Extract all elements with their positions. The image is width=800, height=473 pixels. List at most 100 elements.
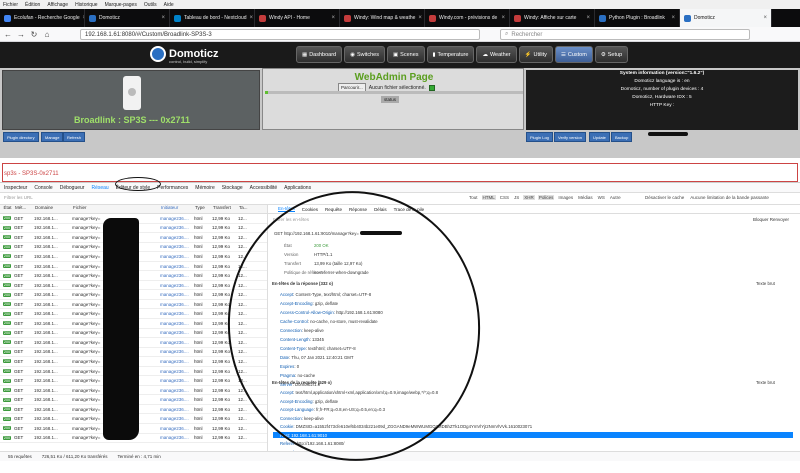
nav-button-scenes[interactable]: ▣ Scenes [386, 46, 425, 63]
menu-item-0[interactable]: Fichier [3, 2, 18, 8]
type-filter-button[interactable]: XHR [523, 195, 535, 200]
type-filter-button[interactable]: Polices [537, 195, 555, 200]
nav-button-weather[interactable]: ☁ Weather [476, 46, 517, 63]
raw-toggle[interactable]: Texte brut [756, 380, 775, 385]
browser-tab[interactable]: Windy: Affiche sur carte × [510, 9, 595, 27]
resend-label[interactable]: Renvoyer [770, 217, 789, 222]
column-header[interactable]: Transfert [212, 205, 238, 213]
close-icon[interactable]: × [250, 15, 254, 21]
devtools-tab[interactable]: Console [34, 185, 52, 191]
column-header[interactable]: Domaine [34, 205, 72, 213]
type-filter-button[interactable]: Médias [577, 195, 594, 200]
cell-size: 12... [238, 435, 247, 441]
throttling-select[interactable]: Aucune limitation de la bande passante [690, 195, 769, 200]
tab-favicon-icon [514, 14, 521, 22]
cell-initiator: manage236.... [160, 397, 189, 403]
browser-tab[interactable]: Windy API - Home × [255, 9, 340, 27]
home-icon[interactable]: ⌂ [43, 30, 51, 39]
devtools-tab[interactable]: Accessibilité [250, 185, 278, 191]
browser-tab[interactable]: Tableau de bord - Nextcloud × [170, 9, 255, 27]
devtools-tab[interactable]: Réseau [91, 185, 108, 191]
search-input[interactable]: ⌕ Rechercher [500, 29, 750, 40]
cell-initiator: manage236.... [160, 349, 189, 355]
nav-button-custom[interactable]: ☰ Custom [554, 46, 593, 63]
close-icon[interactable]: × [418, 15, 422, 21]
url-input[interactable]: 192.168.1.61:8080/#/Custom/Broadlink-SP3… [80, 29, 480, 40]
domoticz-logo[interactable]: Domoticz control, build, simplify [150, 46, 219, 64]
upload-checkbox[interactable] [428, 84, 435, 91]
disable-cache-checkbox[interactable]: Désactiver le cache [645, 195, 684, 200]
browser-tab[interactable]: Windy.com - prévisions de × [425, 9, 510, 27]
type-filter-button[interactable]: CSS [499, 195, 510, 200]
devtools-tab[interactable]: Mémoire [195, 185, 214, 191]
menu-item-1[interactable]: Édition [25, 2, 40, 8]
plugin-action-button[interactable]: Plugin directory [3, 132, 39, 142]
browser-tab[interactable]: Ecolufan - Recherche Google× [0, 9, 85, 27]
type-filter-button[interactable]: Tout [468, 195, 479, 200]
type-filter-button[interactable]: HTML [481, 195, 496, 200]
close-icon[interactable]: × [501, 15, 505, 21]
devtools-tab[interactable]: Applications [284, 185, 311, 191]
column-header[interactable]: Fichier [72, 205, 160, 213]
main-nav: ▦ Dashboard ◉ Switches ▣ Scenes ▮ Temperature ☁ W… [296, 46, 629, 63]
cell-method: GET [14, 244, 24, 250]
menu-item-3[interactable]: Historique [75, 2, 98, 8]
menu-item-4[interactable]: Marque-pages [105, 2, 137, 8]
cell-type: html [194, 215, 203, 221]
menu-item-5[interactable]: Outils [144, 2, 157, 8]
nav-button-temperature[interactable]: ▮ Temperature [426, 46, 475, 63]
close-icon[interactable]: × [671, 15, 675, 21]
menu-item-2[interactable]: Affichage [47, 2, 68, 8]
devtools-tab[interactable]: Inspecteur [4, 185, 27, 191]
type-filter-button[interactable]: Images [557, 195, 574, 200]
cell-domain: 192.168.1... [34, 320, 58, 326]
column-header[interactable]: Initiateur [160, 205, 194, 213]
column-header[interactable]: Mét... [14, 205, 34, 213]
plugin-action-button[interactable]: Plugin Log [526, 132, 553, 142]
nav-button-setup[interactable]: ⚙ Setup [594, 46, 629, 63]
type-filter-button[interactable]: JS [513, 195, 520, 200]
close-icon[interactable]: × [586, 15, 590, 21]
nav-button-utility[interactable]: ⚡ Utility [518, 46, 553, 63]
close-icon[interactable]: × [161, 15, 165, 21]
tab-label: Windy.com - prévisions de [439, 15, 498, 21]
network-status-bar: 55 requêtes 726,51 Ko / 611,20 Ko transf… [0, 451, 800, 461]
back-icon[interactable]: ← [4, 30, 12, 39]
block-button[interactable]: Bloquer Renvoyer [753, 217, 789, 222]
browser-tab[interactable]: Windy: Wind map & weathe × [340, 9, 425, 27]
filter-url-input[interactable]: Filtrer les URL [4, 195, 33, 200]
browser-tab[interactable]: Python Plugin : Broadlink × [595, 9, 680, 27]
plugin-action-button[interactable]: Refresh [63, 132, 86, 142]
menu-item-6[interactable]: Aide [164, 2, 174, 8]
column-header[interactable]: État [0, 205, 14, 213]
browser-tab[interactable]: Domoticz × [85, 9, 170, 27]
plugin-action-button[interactable]: Update [589, 132, 610, 142]
plugin-action-button[interactable]: Manage [41, 132, 64, 142]
type-filter-button[interactable]: Autre [609, 195, 622, 200]
status-badge: status [381, 96, 400, 103]
status-badge: 200 [2, 340, 12, 345]
forward-icon[interactable]: → [17, 30, 25, 39]
type-filter-button[interactable]: WS [597, 195, 606, 200]
raw-toggle[interactable]: Texte brut [756, 281, 775, 286]
nav-button-switches[interactable]: ◉ Switches [344, 46, 385, 63]
plugin-action-button[interactable]: Verify version [554, 132, 587, 142]
close-icon[interactable]: × [331, 15, 335, 21]
status-badge: 200 [2, 302, 12, 307]
reload-icon[interactable]: ↻ [30, 30, 38, 39]
cell-transfer: 12,99 Ko [212, 215, 231, 221]
column-header[interactable]: Ta... [238, 205, 258, 213]
devtools-tab[interactable]: Débogueur [60, 185, 85, 191]
browser-tab[interactable]: Domoticz × [680, 9, 772, 27]
tab-favicon-icon [684, 14, 691, 22]
close-icon[interactable]: × [763, 15, 767, 21]
cell-type: html [194, 263, 203, 269]
cell-initiator: manage236.... [160, 435, 189, 441]
system-info-box: System information (version="1.6.2") Dom… [526, 70, 798, 130]
column-header[interactable]: Type [194, 205, 212, 213]
plugin-action-button[interactable]: Backup [611, 132, 633, 142]
devtools-tab[interactable]: Stockage [222, 185, 243, 191]
devtools-tab[interactable]: Performances [157, 185, 188, 191]
cell-domain: 192.168.1... [34, 416, 58, 422]
nav-button-dashboard[interactable]: ▦ Dashboard [296, 46, 343, 63]
